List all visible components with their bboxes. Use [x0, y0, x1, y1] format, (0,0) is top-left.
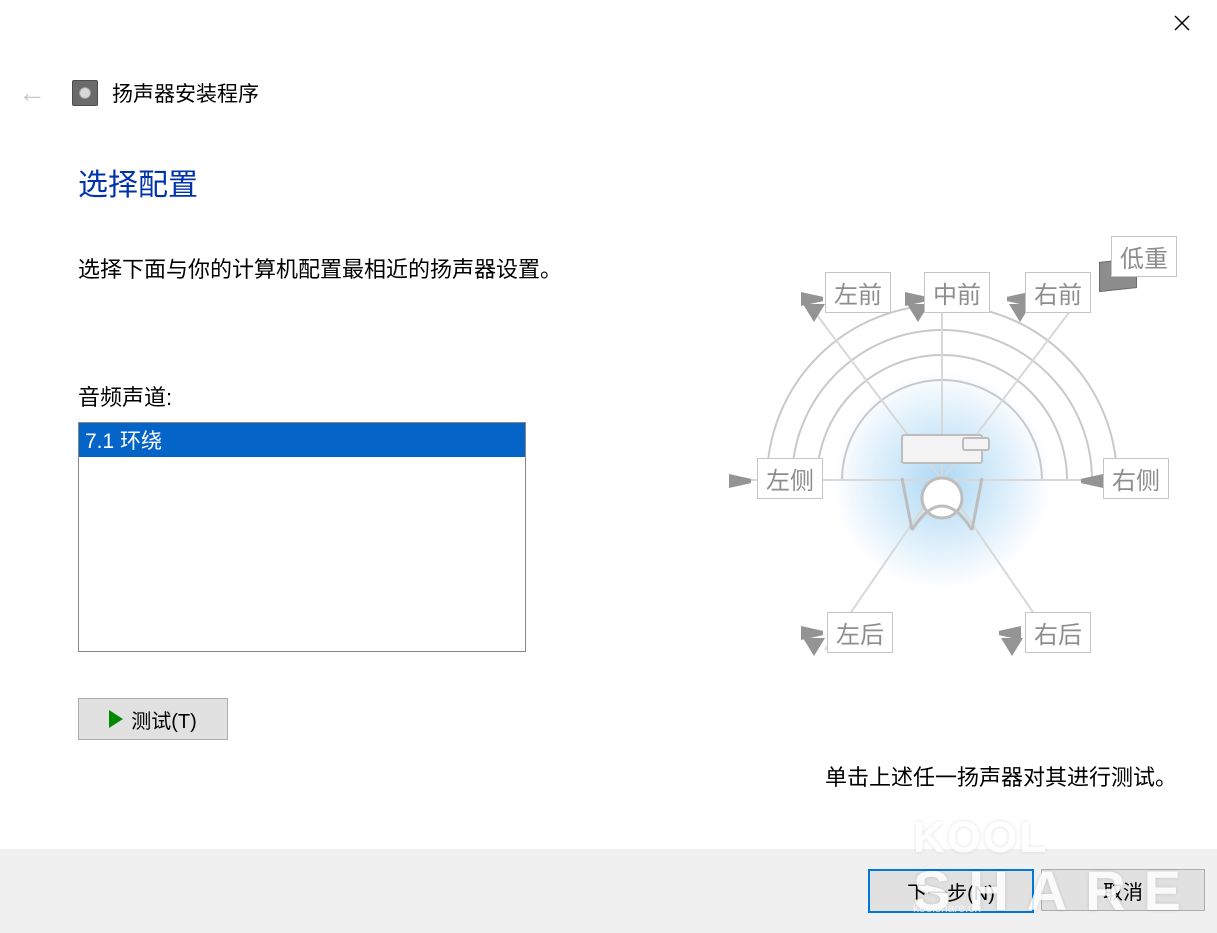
audio-channel-listbox[interactable]: 7.1 环绕 — [78, 422, 526, 652]
back-arrow-icon: ← — [18, 79, 46, 107]
list-item[interactable]: 7.1 环绕 — [79, 423, 525, 457]
speaker-rear-left-icon — [803, 638, 825, 656]
window-title: 扬声器安装程序 — [112, 78, 259, 108]
play-icon — [109, 710, 123, 728]
speaker-front-left-icon — [803, 304, 825, 322]
next-button-label: 下一步(N) — [907, 877, 995, 906]
page-heading: 选择配置 — [78, 160, 1177, 204]
test-button[interactable]: 测试(T) — [78, 698, 228, 740]
speaker-front-left[interactable]: 左前 — [825, 272, 891, 313]
cancel-button-label: 取消 — [1103, 876, 1143, 905]
speaker-front-right[interactable]: 右前 — [1025, 272, 1091, 313]
speaker-rear-left[interactable]: 左后 — [827, 612, 893, 653]
close-button[interactable] — [1162, 8, 1202, 38]
test-button-label: 测试(T) — [131, 705, 197, 734]
speaker-rear-right-icon — [1001, 638, 1023, 656]
speaker-side-right[interactable]: 右侧 — [1103, 458, 1169, 499]
next-button[interactable]: 下一步(N) — [868, 869, 1034, 913]
speaker-subwoofer[interactable]: 低重 — [1111, 236, 1177, 277]
dialog-footer: 下一步(N) 取消 — [0, 849, 1217, 933]
close-icon — [1174, 15, 1190, 31]
speaker-rear-right[interactable]: 右后 — [1025, 612, 1091, 653]
speaker-layout-diagram: 左前 中前 右前 低重 左侧 右侧 左后 右后 — [707, 230, 1177, 750]
speaker-device-icon — [72, 80, 98, 106]
speaker-front-center[interactable]: 中前 — [924, 272, 990, 313]
diagram-hint: 单击上述任一扬声器对其进行测试。 — [825, 760, 1177, 792]
cancel-button[interactable]: 取消 — [1041, 869, 1205, 911]
speaker-side-left[interactable]: 左侧 — [757, 458, 823, 499]
